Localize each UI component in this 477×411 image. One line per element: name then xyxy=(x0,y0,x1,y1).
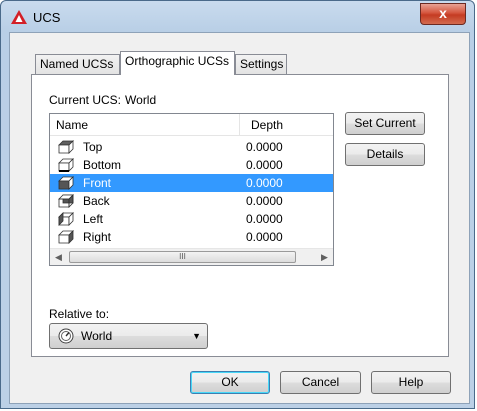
cube-back-icon xyxy=(58,194,74,208)
cancel-button[interactable]: Cancel xyxy=(280,371,361,394)
column-header-name[interactable]: Name xyxy=(56,118,88,132)
scroll-right-icon[interactable]: ▶ xyxy=(316,249,333,265)
horizontal-scrollbar[interactable]: ◀ III ▶ xyxy=(50,248,333,265)
row-depth: 0.0000 xyxy=(246,230,283,244)
ucs-dialog: UCS x Named UCSs Orthographic UCSs Setti… xyxy=(0,0,475,409)
current-ucs-value: World xyxy=(125,93,157,107)
dialog-client-area: Named UCSs Orthographic UCSs Settings Cu… xyxy=(9,32,470,404)
row-name: Back xyxy=(83,194,110,208)
list-row-bottom[interactable]: Bottom 0.0000 xyxy=(50,156,333,174)
list-header: Name Depth xyxy=(50,114,333,136)
row-name: Right xyxy=(83,230,112,244)
row-depth: 0.0000 xyxy=(246,212,283,226)
row-name: Bottom xyxy=(83,158,122,172)
row-depth: 0.0000 xyxy=(246,194,283,208)
relative-to-value: World xyxy=(81,329,113,343)
cube-left-icon xyxy=(58,212,74,226)
column-header-depth[interactable]: Depth xyxy=(251,118,283,132)
cube-bottom-icon xyxy=(58,158,74,172)
relative-to-dropdown[interactable]: World ▼ xyxy=(49,323,208,349)
details-button[interactable]: Details xyxy=(345,143,425,166)
ok-button[interactable]: OK xyxy=(190,371,270,394)
cube-top-icon xyxy=(58,140,74,154)
help-button[interactable]: Help xyxy=(371,371,451,394)
column-divider[interactable] xyxy=(239,114,240,135)
title-bar[interactable]: UCS x xyxy=(1,1,474,33)
cube-front-icon xyxy=(58,176,74,190)
orthographic-tab-panel: Current UCS:World Name Depth Top 0.0000 xyxy=(31,74,449,357)
list-row-front[interactable]: Front 0.0000 xyxy=(50,174,333,192)
row-name: Top xyxy=(83,140,103,154)
current-ucs-label: Current UCS: xyxy=(49,93,122,107)
orthographic-ucs-list[interactable]: Name Depth Top 0.0000 Bottom 0.0000 Fron… xyxy=(49,113,334,266)
list-row-right[interactable]: Right 0.0000 xyxy=(50,228,333,246)
row-depth: 0.0000 xyxy=(246,158,283,172)
tab-orthographic-ucss[interactable]: Orthographic UCSs xyxy=(120,51,235,75)
chevron-down-icon: ▼ xyxy=(192,331,201,341)
list-row-back[interactable]: Back 0.0000 xyxy=(50,192,333,210)
close-button[interactable]: x xyxy=(420,3,466,25)
tab-settings[interactable]: Settings xyxy=(235,54,287,74)
list-row-top[interactable]: Top 0.0000 xyxy=(50,138,333,156)
world-ucs-icon xyxy=(58,328,74,344)
window-title: UCS xyxy=(33,10,61,25)
row-depth: 0.0000 xyxy=(246,176,283,190)
row-depth: 0.0000 xyxy=(246,140,283,154)
list-row-left[interactable]: Left 0.0000 xyxy=(50,210,333,228)
scrollbar-thumb[interactable]: III xyxy=(69,251,296,263)
autocad-app-icon xyxy=(11,10,27,24)
row-name: Left xyxy=(83,212,104,226)
row-name: Front xyxy=(83,176,112,190)
scroll-left-icon[interactable]: ◀ xyxy=(50,249,67,265)
cube-right-icon xyxy=(58,230,74,244)
relative-to-label: Relative to: xyxy=(49,307,110,321)
current-ucs-line: Current UCS: World xyxy=(49,93,156,107)
set-current-button[interactable]: Set Current xyxy=(345,112,425,135)
tab-named-ucss[interactable]: Named UCSs xyxy=(35,54,120,74)
